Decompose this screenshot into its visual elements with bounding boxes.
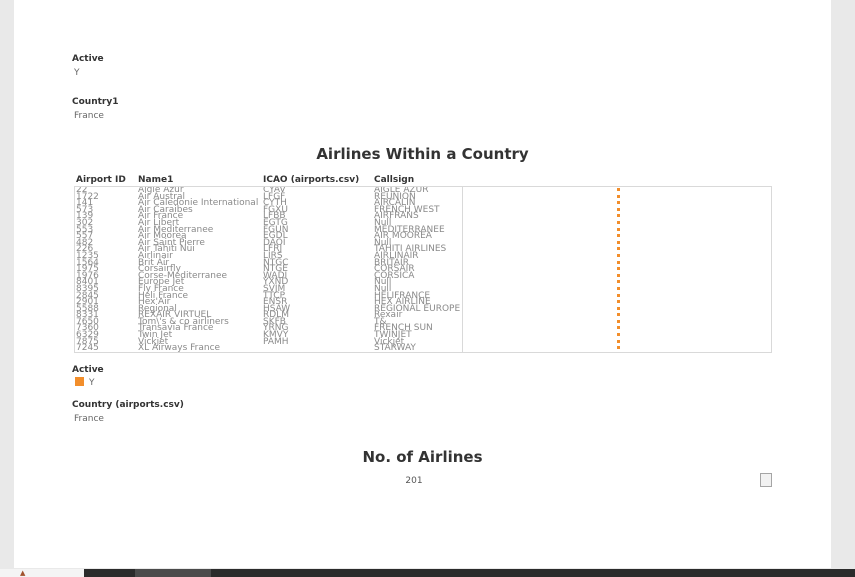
airport-id-column: 22 1722 141 573 139 302 553 557 482 226 1235 1564 19… — [76, 187, 136, 353]
active-mark[interactable] — [617, 220, 620, 224]
active-mark[interactable] — [617, 201, 620, 205]
icao-cell: PAMH — [263, 336, 289, 347]
active-mark[interactable] — [617, 313, 620, 317]
airlines-table-title: Airlines Within a Country — [316, 145, 529, 163]
icao-column: CYAV LFGF CYTH FGXU LFBB EGTG FGUN EGDL DAOI LFRJ… — [263, 187, 371, 353]
table-divider — [462, 186, 463, 353]
active-mark[interactable] — [617, 306, 620, 310]
active-mark[interactable] — [617, 319, 620, 323]
column-header-callsign[interactable]: Callsign — [374, 175, 414, 185]
callsign-column: AIGLE AZUR REUNION AIRCALIN FRENCH WEST AIRF… — [374, 187, 462, 353]
kpi-title: No. of Airlines — [362, 448, 483, 466]
legend-label-y[interactable]: Y — [89, 378, 95, 388]
active-mark[interactable] — [617, 286, 620, 290]
app-logo-icon: ▲ — [20, 569, 26, 577]
active-mark[interactable] — [617, 273, 620, 277]
active-mark[interactable] — [617, 260, 620, 264]
active-filter-value[interactable]: Y — [74, 68, 80, 78]
legend-swatch-y[interactable] — [75, 377, 84, 386]
kpi-value: 201 — [405, 476, 423, 486]
column-header-airport-id[interactable]: Airport ID — [76, 175, 126, 185]
active-mark[interactable] — [617, 333, 620, 337]
country1-filter-value[interactable]: France — [74, 111, 104, 121]
country-airports-filter-value[interactable]: France — [74, 414, 104, 424]
active-mark-column — [617, 188, 620, 353]
country1-filter-title: Country1 — [72, 97, 119, 107]
column-header-icao[interactable]: ICAO (airports.csv) — [263, 175, 359, 185]
active-mark[interactable] — [617, 214, 620, 218]
active-mark[interactable] — [617, 247, 620, 251]
active-mark[interactable] — [617, 194, 620, 198]
active-mark[interactable] — [617, 300, 620, 304]
taskbar-start-area[interactable]: ▲ — [0, 569, 84, 577]
active-legend-title: Active — [72, 365, 104, 375]
taskbar: ▲ — [0, 569, 855, 577]
active-mark[interactable] — [617, 280, 620, 284]
column-header-name[interactable]: Name1 — [138, 175, 173, 185]
active-mark[interactable] — [617, 339, 620, 343]
active-mark[interactable] — [617, 234, 620, 238]
name-column: Aigle Azur Air Austral Air Caledonie Inter… — [138, 187, 261, 353]
active-mark[interactable] — [617, 346, 620, 350]
active-mark[interactable] — [617, 326, 620, 330]
callsign-cell: STARWAY — [374, 343, 416, 353]
extension-placeholder-box[interactable] — [760, 473, 772, 487]
airline-name-cell: XL Airways France — [138, 343, 221, 353]
active-mark[interactable] — [617, 240, 620, 244]
active-mark[interactable] — [617, 188, 620, 191]
country-airports-filter-title: Country (airports.csv) — [72, 400, 184, 410]
active-mark[interactable] — [617, 227, 620, 231]
dashboard-sheet: Active Y Country1 France Airlines Within… — [14, 0, 831, 568]
active-mark[interactable] — [617, 267, 620, 271]
taskbar-active-app[interactable] — [135, 569, 211, 577]
airport-id-cell: 7245 — [76, 343, 99, 353]
active-filter-title: Active — [72, 54, 104, 64]
active-mark[interactable] — [617, 293, 620, 297]
active-mark[interactable] — [617, 207, 620, 211]
active-mark[interactable] — [617, 253, 620, 257]
